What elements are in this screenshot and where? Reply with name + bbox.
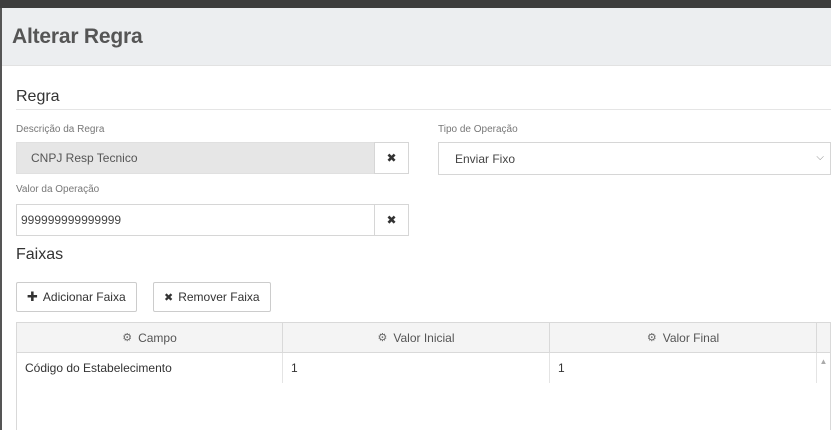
times-icon: ✖ <box>386 213 397 227</box>
faixas-table: ⚙ Campo ⚙ Valor Inicial ⚙ Valor Final Có… <box>16 322 831 430</box>
remove-faixa-label: Remover Faixa <box>178 290 260 304</box>
descricao-field[interactable]: CNPJ Resp Tecnico <box>16 142 375 174</box>
plus-icon: ✚ <box>27 289 38 304</box>
valor-operacao-field[interactable]: 999999999999999 <box>16 204 375 236</box>
table-header: ⚙ Campo ⚙ Valor Inicial ⚙ Valor Final <box>17 323 830 353</box>
tipo-operacao-select[interactable]: Enviar Fixo ⌵ <box>438 142 831 175</box>
column-header-label: Valor Final <box>662 330 720 345</box>
gear-icon: ⚙ <box>377 332 388 344</box>
cell-campo[interactable]: Código do Estabelecimento <box>17 353 283 383</box>
cell-valor-final[interactable]: 1 <box>550 353 817 383</box>
cell-valor-inicial[interactable]: 1 <box>283 353 550 383</box>
column-header-label: Campo <box>138 330 177 345</box>
section-title-faixas: Faixas <box>16 246 64 263</box>
remove-faixa-button[interactable]: ✖ Remover Faixa <box>153 282 271 312</box>
window-top-bar <box>0 0 831 8</box>
column-header-label: Valor Inicial <box>393 330 455 345</box>
tipo-operacao-label: Tipo de Operação <box>438 124 518 135</box>
modal-title: Alterar Regra <box>12 24 143 48</box>
alterar-regra-modal: Alterar Regra Regra Descrição da Regra C… <box>0 8 831 430</box>
valor-operacao-label: Valor da Operação <box>16 184 100 195</box>
modal-header: Alterar Regra <box>2 8 831 66</box>
tipo-operacao-value: Enviar Fixo <box>455 151 516 166</box>
valor-clear-button[interactable]: ✖ <box>374 204 409 236</box>
table-row[interactable]: Código do Estabelecimento 1 1 ▲ <box>17 353 830 383</box>
chevron-down-icon: ⌵ <box>816 152 824 163</box>
descricao-clear-button[interactable]: ✖ <box>374 142 409 174</box>
add-faixa-label: Adicionar Faixa <box>42 290 126 304</box>
header-spacer <box>817 323 830 352</box>
section-title-regra: Regra <box>16 88 60 105</box>
times-icon: ✖ <box>164 291 174 304</box>
scrollbar-up-arrow-icon[interactable]: ▲ <box>817 353 830 383</box>
column-header-campo[interactable]: ⚙ Campo <box>17 323 283 352</box>
gear-icon: ⚙ <box>646 332 657 344</box>
gear-icon: ⚙ <box>122 332 133 344</box>
column-header-valor-inicial[interactable]: ⚙ Valor Inicial <box>283 323 550 352</box>
section-divider <box>16 109 831 110</box>
column-header-valor-final[interactable]: ⚙ Valor Final <box>550 323 817 352</box>
add-faixa-button[interactable]: ✚ Adicionar Faixa <box>16 282 137 312</box>
descricao-label: Descrição da Regra <box>16 124 105 135</box>
times-icon: ✖ <box>386 151 397 165</box>
